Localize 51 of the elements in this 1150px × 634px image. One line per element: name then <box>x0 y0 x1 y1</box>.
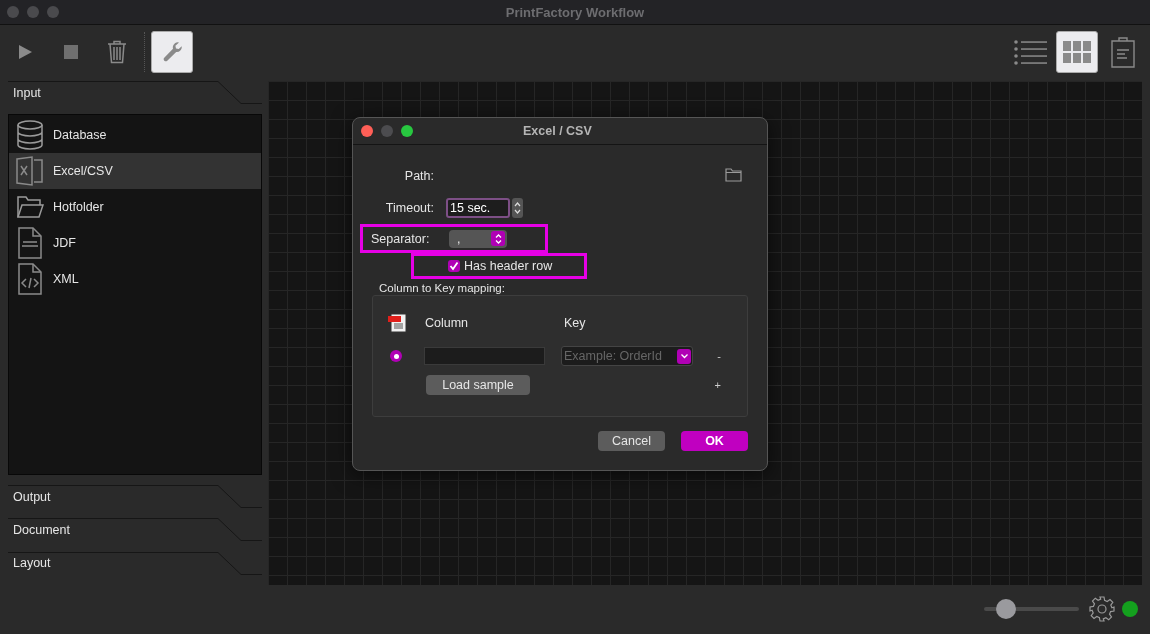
dialog-title: Excel / CSV <box>523 124 592 138</box>
grid-view-button[interactable] <box>1056 30 1098 73</box>
section-header[interactable]: Layout <box>8 551 262 575</box>
list-item[interactable]: XML <box>9 261 261 298</box>
grid-icon <box>1063 40 1091 63</box>
section-header[interactable]: Output <box>8 484 262 509</box>
pdf-file-icon <box>388 313 408 333</box>
column-header: Column <box>425 316 470 330</box>
trash-icon <box>107 39 127 64</box>
radio-button[interactable] <box>390 350 402 362</box>
wrench-icon <box>162 40 182 63</box>
slider-thumb[interactable] <box>995 598 1016 619</box>
field-label: Timeout: <box>384 201 434 215</box>
play-icon <box>17 43 33 60</box>
list-icon <box>1013 38 1049 65</box>
stepper[interactable] <box>512 198 523 218</box>
section-header[interactable]: Input <box>8 81 262 105</box>
wrench-button[interactable] <box>151 30 193 73</box>
close-button[interactable] <box>361 125 373 137</box>
field-label: Path: <box>403 169 434 183</box>
chevron-icon <box>677 348 691 364</box>
list-item[interactable]: Hotfolder <box>9 189 261 226</box>
column-field[interactable] <box>424 347 545 365</box>
cancel-button[interactable]: Cancel <box>598 431 665 451</box>
list-item[interactable]: JDF <box>9 225 261 262</box>
spreadsheet-file-icon <box>16 156 44 187</box>
folder-icon[interactable] <box>725 167 742 182</box>
timeout-field[interactable]: 15 sec. <box>446 198 510 218</box>
code-file-icon <box>18 263 42 296</box>
ok-button[interactable]: OK <box>681 431 748 451</box>
group-label: Column to Key mapping: <box>379 282 506 294</box>
checkbox[interactable] <box>448 260 460 272</box>
checkbox-label: Has header row <box>464 259 553 273</box>
database-icon <box>16 120 44 151</box>
list-item[interactable]: Excel/CSV <box>9 153 261 190</box>
section-header[interactable]: Document <box>8 518 262 542</box>
separator-dropdown[interactable]: , <box>449 229 507 248</box>
clipboard-icon <box>1111 35 1135 68</box>
zoom-button[interactable] <box>401 125 413 137</box>
list-item[interactable]: Database <box>9 117 261 154</box>
updown-arrows-icon <box>491 231 505 246</box>
add-row-button[interactable]: + <box>711 379 724 391</box>
column-header: Key <box>564 316 586 330</box>
document-icon <box>18 227 42 260</box>
field-label: Separator: <box>371 231 431 246</box>
key-combo-box[interactable]: Example: OrderId <box>561 346 693 366</box>
window-title: PrintFactory Workflow <box>504 4 646 20</box>
remove-row-button[interactable]: - <box>714 350 724 362</box>
load-sample-button[interactable]: Load sample <box>426 375 530 395</box>
stop-icon <box>64 44 78 59</box>
settings-icon[interactable] <box>1089 595 1115 622</box>
